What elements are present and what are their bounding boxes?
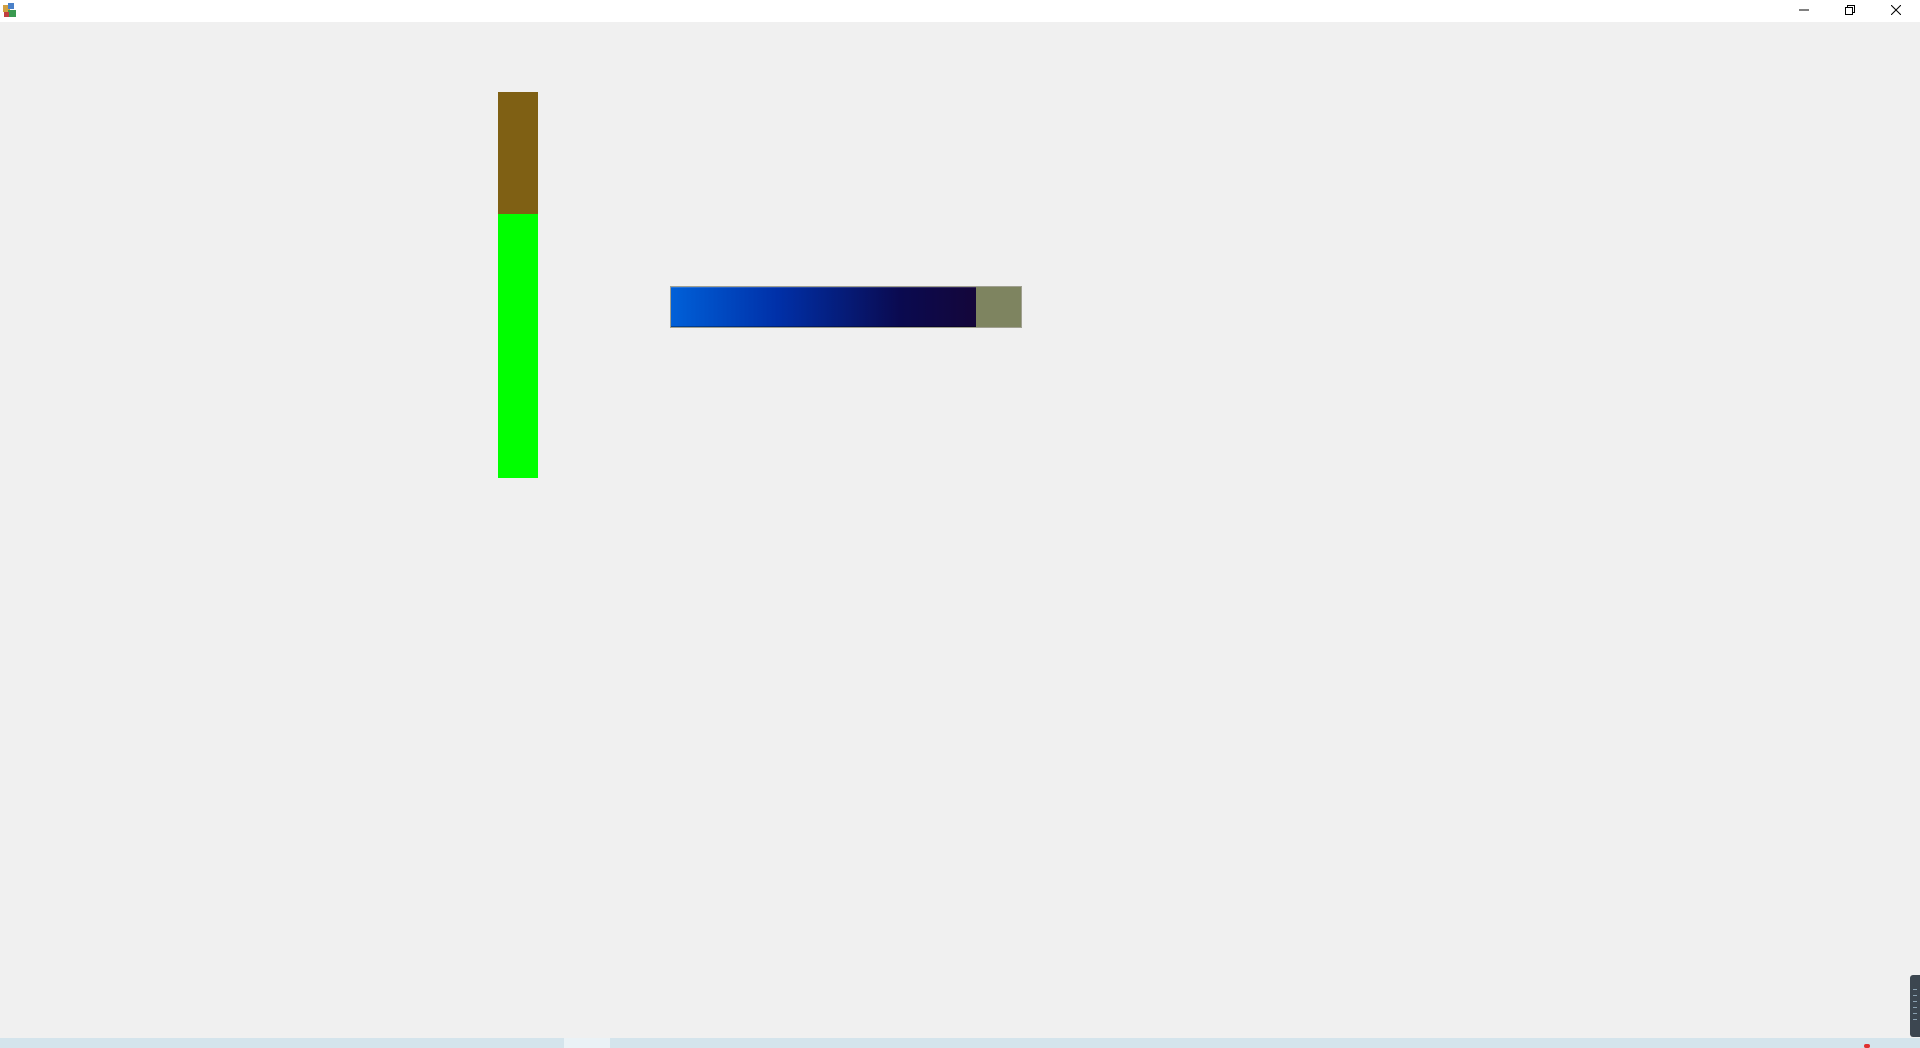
client-area [0, 22, 1920, 1038]
vertical-progress-fill [498, 213, 538, 478]
grip-line [1913, 1007, 1917, 1008]
taskbar-strip [0, 1038, 1920, 1048]
horizontal-progress-fill [671, 287, 976, 327]
title-bar[interactable] [0, 0, 1920, 22]
grip-line [1913, 1019, 1917, 1020]
grip-line [1913, 995, 1917, 996]
app-icon [2, 2, 18, 18]
horizontal-progress-bar [670, 286, 1022, 328]
grip-line [1913, 1013, 1917, 1014]
close-icon [1890, 2, 1902, 20]
minimize-button[interactable] [1781, 0, 1827, 22]
vertical-progress-bar [498, 92, 538, 478]
restore-icon [1845, 2, 1855, 20]
restore-button[interactable] [1827, 0, 1873, 22]
minimize-icon [1799, 2, 1809, 20]
grip-line [1913, 989, 1917, 990]
taskbar-item[interactable] [564, 1038, 610, 1048]
notification-dot-icon [1864, 1044, 1870, 1048]
edge-handle[interactable] [1910, 975, 1920, 1037]
grip-line [1913, 1001, 1917, 1002]
app-window [0, 0, 1920, 1048]
close-button[interactable] [1873, 0, 1919, 22]
